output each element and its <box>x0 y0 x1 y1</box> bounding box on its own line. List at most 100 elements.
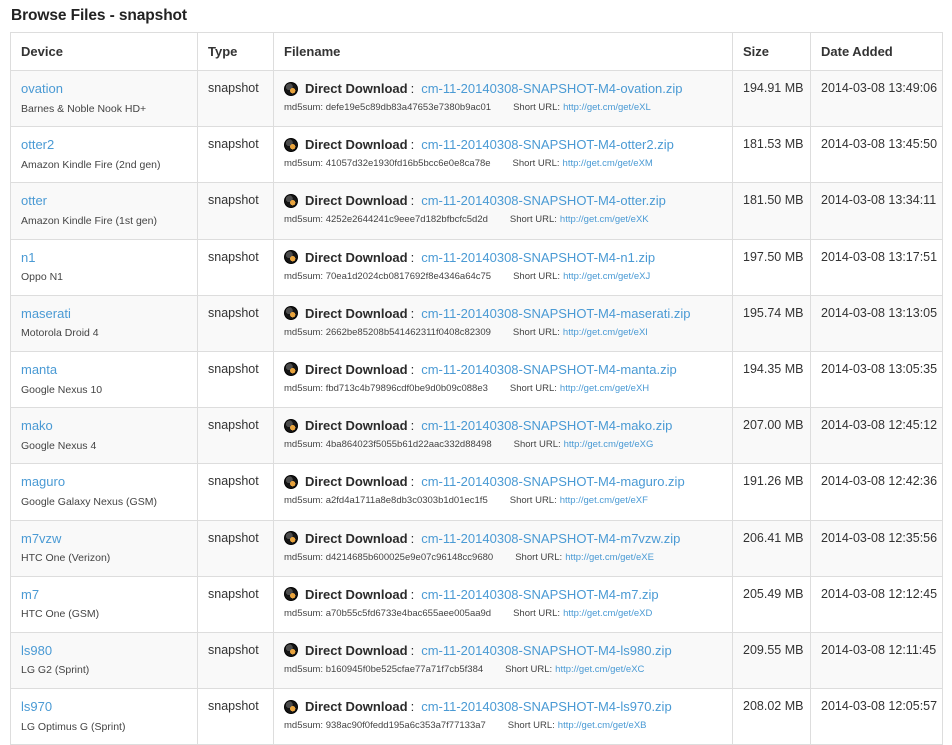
download-line: Direct Download: cm-11-20140308-SNAPSHOT-… <box>284 193 723 208</box>
date-added-text: 2014-03-08 13:17:51 <box>821 249 938 264</box>
cell-size: 181.50 MB <box>732 182 811 240</box>
download-line: Direct Download: cm-11-20140308-SNAPSHOT-… <box>284 699 723 714</box>
cell-device: mako Google Nexus 4 <box>10 407 198 465</box>
download-line: Direct Download: cm-11-20140308-SNAPSHOT-… <box>284 250 723 265</box>
short-url-link[interactable]: http://get.cm/get/eXH <box>560 383 649 394</box>
column-header-filename[interactable]: Filename <box>273 32 733 71</box>
short-url-link[interactable]: http://get.cm/get/eXJ <box>563 271 650 282</box>
column-header-device[interactable]: Device <box>10 32 198 71</box>
date-added-text: 2014-03-08 13:34:11 <box>821 193 937 208</box>
date-added-text: 2014-03-08 12:35:56 <box>821 530 938 545</box>
device-link[interactable]: maserati <box>21 306 188 322</box>
short-url-link[interactable]: http://get.cm/get/eXG <box>564 439 654 450</box>
type-text: snapshot <box>208 530 259 545</box>
date-added-text: 2014-03-08 12:05:57 <box>821 699 938 714</box>
short-url-group: Short URL: http://get.cm/get/eXE <box>515 552 654 563</box>
device-link[interactable]: n1 <box>21 250 188 266</box>
download-filename-link[interactable]: cm-11-20140308-SNAPSHOT-M4-ls980.zip <box>421 643 671 658</box>
table-row: manta Google Nexus 10 snapshot Direct Downl… <box>10 350 943 409</box>
short-url-label: Short URL: <box>515 551 563 563</box>
size-text: 209.55 MB <box>743 642 804 657</box>
short-url-link[interactable]: http://get.cm/get/eXE <box>565 552 654 563</box>
file-meta-line: md5sum: b160945f0be525cfae77a71f7cb5f384… <box>284 664 723 675</box>
type-text: snapshot <box>208 699 259 714</box>
direct-download-colon: : <box>410 586 415 602</box>
md5sum-label: md5sum: <box>284 551 324 563</box>
device-description: Barnes & Noble Nook HD+ <box>21 102 147 115</box>
type-text: snapshot <box>208 193 259 208</box>
size-text: 208.02 MB <box>743 699 804 714</box>
device-description: Amazon Kindle Fire (2nd gen) <box>21 158 161 171</box>
cell-device: m7vzw HTC One (Verizon) <box>10 519 198 577</box>
short-url-link[interactable]: http://get.cm/get/eXB <box>558 720 647 731</box>
md5sum-label: md5sum: <box>284 102 324 113</box>
cell-filename: Direct Download: cm-11-20140308-SNAPSHOT-… <box>273 463 733 521</box>
date-added-text: 2014-03-08 13:45:50 <box>821 137 938 152</box>
download-filename-link[interactable]: cm-11-20140308-SNAPSHOT-M4-maguro.zip <box>421 474 684 489</box>
short-url-link[interactable]: http://get.cm/get/eXM <box>563 158 653 169</box>
device-link[interactable]: ls970 <box>21 699 188 715</box>
download-filename-link[interactable]: cm-11-20140308-SNAPSHOT-M4-m7vzw.zip <box>421 531 680 546</box>
md5sum-group: md5sum: 70ea1d2024cb0817692f8e4346a64c75 <box>284 271 491 282</box>
download-filename-link[interactable]: cm-11-20140308-SNAPSHOT-M4-m7.zip <box>421 587 658 602</box>
direct-download-label: Direct Download <box>305 699 408 715</box>
download-line: Direct Download: cm-11-20140308-SNAPSHOT-… <box>284 306 723 321</box>
short-url-link[interactable]: http://get.cm/get/eXF <box>560 495 648 506</box>
size-text: 207.00 MB <box>743 418 804 433</box>
direct-download-colon: : <box>410 305 415 321</box>
cell-size: 181.53 MB <box>732 126 811 184</box>
table-header-row: Device Type Filename Size Date Added <box>10 32 943 71</box>
short-url-label: Short URL: <box>505 663 553 675</box>
md5sum-group: md5sum: 4252e2644241c9eee7d182bfbcfc5d2d <box>284 214 488 225</box>
device-link[interactable]: m7 <box>21 587 188 603</box>
md5sum-label: md5sum: <box>284 439 324 451</box>
download-filename-link[interactable]: cm-11-20140308-SNAPSHOT-M4-n1.zip <box>421 250 655 265</box>
direct-download-colon: : <box>410 193 415 209</box>
download-filename-link[interactable]: cm-11-20140308-SNAPSHOT-M4-mako.zip <box>421 418 672 433</box>
cyanogenmod-icon <box>284 306 298 321</box>
direct-download-label: Direct Download <box>305 530 408 546</box>
column-header-date[interactable]: Date Added <box>810 32 943 71</box>
short-url-label: Short URL: <box>513 102 561 113</box>
md5sum-group: md5sum: a2fd4a1711a8e8db3c0303b1d01ec1f5 <box>284 495 488 506</box>
device-link[interactable]: maguro <box>21 474 188 490</box>
download-filename-link[interactable]: cm-11-20140308-SNAPSHOT-M4-maserati.zip <box>421 306 690 321</box>
direct-download-colon: : <box>410 530 415 546</box>
download-filename-link[interactable]: cm-11-20140308-SNAPSHOT-M4-otter.zip <box>421 193 666 208</box>
download-filename-link[interactable]: cm-11-20140308-SNAPSHOT-M4-manta.zip <box>421 362 677 377</box>
device-link[interactable]: ls980 <box>21 643 188 659</box>
short-url-group: Short URL: http://get.cm/get/eXI <box>513 327 648 338</box>
md5sum-value: 4ba864023f5055b61d22aac332d88498 <box>325 439 492 451</box>
short-url-link[interactable]: http://get.cm/get/eXL <box>563 102 651 113</box>
download-filename-link[interactable]: cm-11-20140308-SNAPSHOT-M4-otter2.zip <box>421 137 674 152</box>
device-link[interactable]: m7vzw <box>21 531 188 547</box>
short-url-group: Short URL: http://get.cm/get/eXH <box>510 383 649 394</box>
device-link[interactable]: ovation <box>21 81 188 97</box>
md5sum-group: md5sum: 4ba864023f5055b61d22aac332d88498 <box>284 439 492 450</box>
md5sum-label: md5sum: <box>284 270 324 282</box>
short-url-link[interactable]: http://get.cm/get/eXK <box>560 214 649 225</box>
download-filename-link[interactable]: cm-11-20140308-SNAPSHOT-M4-ovation.zip <box>421 81 682 96</box>
short-url-link[interactable]: http://get.cm/get/eXD <box>563 608 652 619</box>
short-url-label: Short URL: <box>509 382 557 394</box>
device-link[interactable]: manta <box>21 362 188 378</box>
short-url-group: Short URL: http://get.cm/get/eXG <box>514 439 654 450</box>
download-filename-link[interactable]: cm-11-20140308-SNAPSHOT-M4-ls970.zip <box>421 699 671 714</box>
device-link[interactable]: mako <box>21 418 188 434</box>
type-text: snapshot <box>208 305 259 320</box>
direct-download-colon: : <box>410 418 415 434</box>
short-url-link[interactable]: http://get.cm/get/eXC <box>555 664 644 675</box>
md5sum-label: md5sum: <box>284 663 324 675</box>
cell-device: ovation Barnes & Noble Nook HD+ <box>10 69 198 128</box>
device-link[interactable]: otter <box>21 193 188 209</box>
md5sum-group: md5sum: a70b55c5fd6733e4bac655aee005aa9d <box>284 608 491 619</box>
md5sum-label: md5sum: <box>284 720 324 732</box>
column-header-type[interactable]: Type <box>197 32 274 71</box>
cell-date-added: 2014-03-08 12:11:45 <box>810 631 943 690</box>
short-url-link[interactable]: http://get.cm/get/eXI <box>563 327 648 338</box>
cell-size: 194.91 MB <box>732 69 811 128</box>
md5sum-group: md5sum: b160945f0be525cfae77a71f7cb5f384 <box>284 664 483 675</box>
table-row: m7vzw HTC One (Verizon) snapshot Direct Dow… <box>10 519 943 577</box>
column-header-size[interactable]: Size <box>732 32 811 71</box>
device-link[interactable]: otter2 <box>21 137 188 153</box>
